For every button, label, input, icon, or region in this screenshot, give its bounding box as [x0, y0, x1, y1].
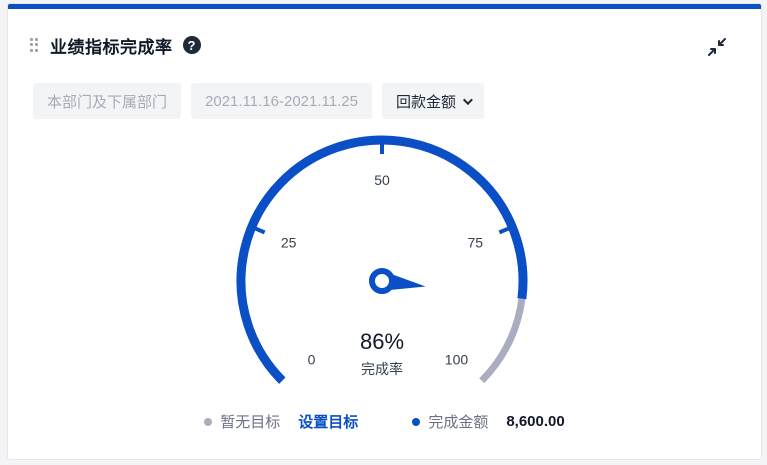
legend-no-target: 暂无目标 — [204, 411, 280, 432]
metric-dropdown-label: 回款金额 — [395, 93, 456, 111]
performance-card: 业绩指标完成率 ? 本部门及下属部门 2021.11.16-2021.11.25… — [8, 4, 761, 459]
department-filter[interactable]: 本部门及下属部门 — [33, 83, 182, 119]
legend-dot — [412, 417, 421, 426]
gauge-tick-label: 50 — [374, 172, 390, 188]
legend-completed: 完成金额 — [412, 411, 488, 432]
gauge-tick-label: 100 — [445, 351, 469, 367]
gauge-arc-remaining — [479, 298, 526, 384]
gauge-tick-marks — [254, 144, 510, 235]
legend-completed-label: 完成金额 — [428, 414, 489, 431]
gauge-tick-label: 25 — [281, 234, 297, 250]
legend-dot — [204, 417, 213, 426]
date-range-filter[interactable]: 2021.11.16-2021.11.25 — [191, 83, 372, 119]
collapse-icon[interactable] — [707, 37, 727, 57]
filter-bar: 本部门及下属部门 2021.11.16-2021.11.25 回款金额 — [33, 83, 484, 119]
gauge-caption: 完成率 — [361, 361, 403, 377]
legend-no-target-label: 暂无目标 — [220, 414, 281, 431]
help-icon[interactable]: ? — [182, 36, 201, 54]
chevron-down-icon — [462, 94, 473, 105]
completion-gauge: 0 25 50 75 100 86% 完成率 — [236, 135, 528, 384]
set-target-link[interactable]: 设置目标 — [298, 411, 358, 432]
drag-handle-icon[interactable] — [30, 38, 40, 52]
gauge-tick-mark — [254, 226, 266, 235]
gauge-tick-mark — [498, 226, 510, 235]
card-title: 业绩指标完成率 — [50, 37, 173, 57]
gauge-tick-label: 0 — [308, 351, 316, 367]
metric-dropdown[interactable]: 回款金额 — [381, 83, 484, 119]
gauge-percent-label: 86% — [360, 329, 404, 354]
gauge-tick-label: 75 — [468, 234, 484, 250]
card-header: 业绩指标完成率 ? — [30, 33, 201, 57]
gauge-hub — [369, 268, 395, 294]
gauge-legend: 暂无目标 设置目标 完成金额 8,600.00 — [8, 411, 761, 432]
legend-completed-value: 8,600.00 — [506, 413, 565, 430]
